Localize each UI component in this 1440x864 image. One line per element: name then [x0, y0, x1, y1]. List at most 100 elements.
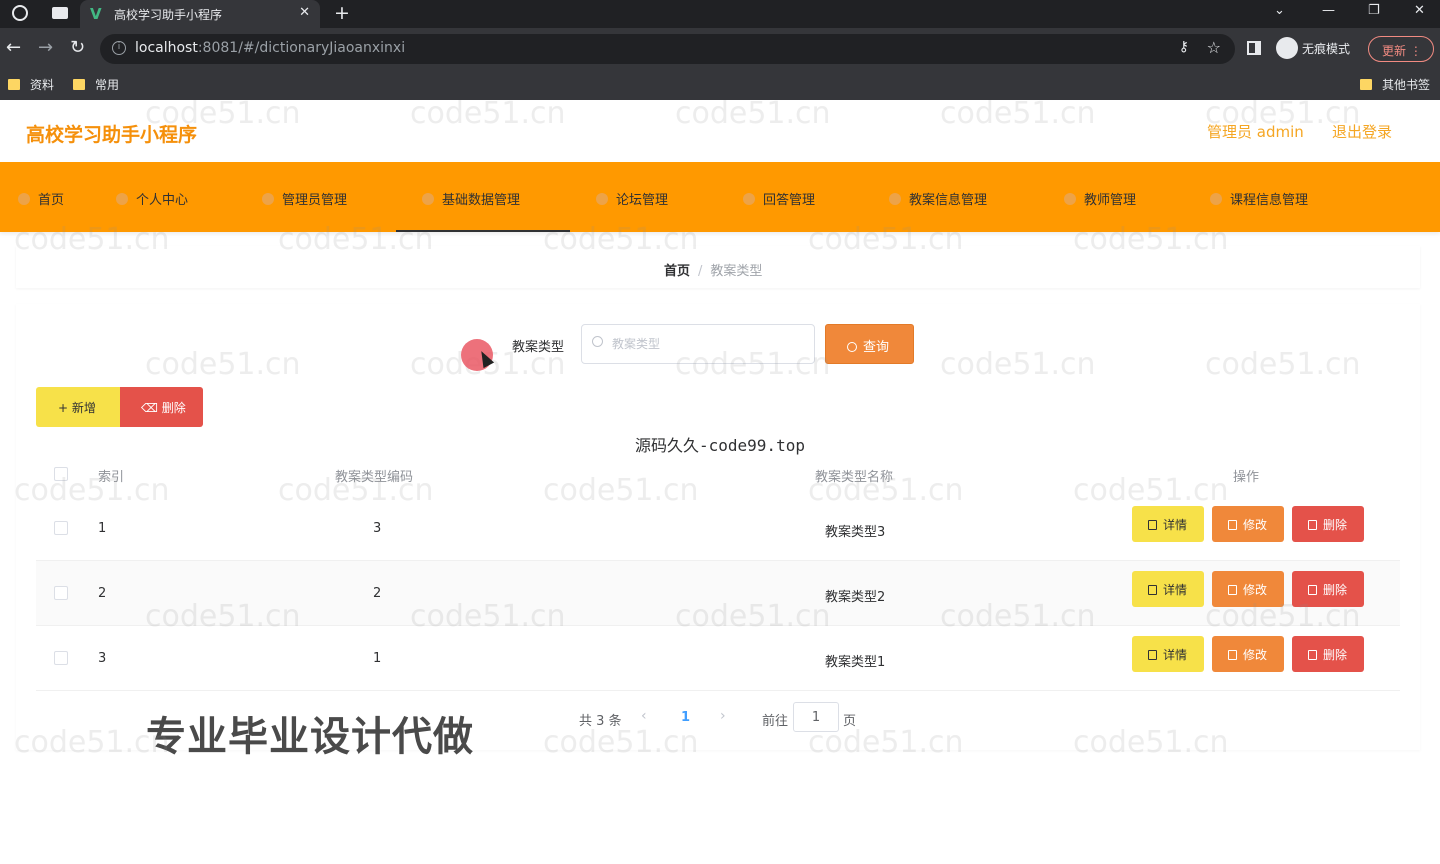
- side-panel-icon[interactable]: [1247, 41, 1261, 55]
- forum-icon: [596, 193, 608, 205]
- row-type-code: 3: [373, 521, 382, 536]
- course-icon: [1210, 193, 1222, 205]
- nav-label: 教案信息管理: [909, 193, 988, 208]
- new-tab-button[interactable]: +: [334, 2, 350, 24]
- breadcrumb-home[interactable]: 首页: [664, 264, 690, 279]
- row-checkbox[interactable]: [54, 651, 68, 665]
- window-close-icon[interactable]: ✕: [1414, 3, 1425, 18]
- nav-item-basic-data[interactable]: 基础数据管理: [396, 162, 570, 232]
- edit-icon: [1228, 650, 1237, 660]
- search-icon: [847, 342, 857, 352]
- bookmarks-bar: 资料 常用 其他书签: [0, 70, 1440, 100]
- restore-icon[interactable]: ❐: [1368, 3, 1380, 18]
- folder-icon: [8, 79, 20, 90]
- forward-icon[interactable]: →: [38, 37, 53, 58]
- nav-item-teachers[interactable]: 教师管理: [1064, 162, 1136, 232]
- browser-tab[interactable]: V 高校学习助手小程序 ✕: [80, 0, 320, 28]
- nav-item-profile[interactable]: 个人中心: [116, 162, 188, 232]
- minimize-icon[interactable]: —: [1322, 3, 1335, 18]
- bookmark-label: 常用: [95, 78, 120, 92]
- incognito-indicator[interactable]: 无痕模式: [1276, 37, 1350, 61]
- batch-delete-button[interactable]: ⌫ 删除: [120, 387, 203, 427]
- edit-button[interactable]: 修改: [1212, 636, 1284, 672]
- bookmark-star-icon[interactable]: ☆: [1207, 38, 1221, 57]
- prev-page-icon[interactable]: ‹: [641, 708, 647, 724]
- table-row: 2 2 教案类型2 详情 修改 删除: [36, 561, 1400, 626]
- admin-user-label: 管理员 admin: [1207, 123, 1304, 141]
- nav-label: 基础数据管理: [442, 193, 521, 208]
- nav-label: 教师管理: [1084, 193, 1137, 208]
- data-icon: [422, 193, 434, 205]
- promo-overlay-text: 专业毕业设计代做: [146, 714, 474, 760]
- detail-label: 详情: [1163, 583, 1188, 597]
- address-bar[interactable]: i localhost:8081/#/dictionaryJiaoanxinxi…: [100, 34, 1235, 64]
- add-button[interactable]: + 新增: [36, 387, 120, 427]
- detail-button[interactable]: 详情: [1132, 571, 1204, 607]
- edit-label: 修改: [1243, 518, 1268, 532]
- data-table: 索引 教案类型编码 教案类型名称 操作 1 3 教案类型3 详情 修改 删除 2…: [36, 454, 1400, 691]
- incognito-icon: [1276, 37, 1298, 59]
- bookmark-folder-ziliao[interactable]: 资料: [8, 76, 54, 93]
- update-button[interactable]: 更新 ⋮: [1368, 36, 1434, 62]
- other-bookmarks[interactable]: 其他书签: [1360, 76, 1430, 93]
- main-nav: 首页 个人中心 管理员管理 基础数据管理 论坛管理 回答管理 教案信息管理 教师…: [0, 162, 1440, 232]
- document-icon: [1148, 585, 1157, 595]
- query-button[interactable]: 查询: [825, 324, 914, 364]
- goto-label: 前往: [762, 714, 789, 729]
- page-number-current[interactable]: 1: [681, 710, 690, 725]
- nav-item-home[interactable]: 首页: [18, 162, 64, 232]
- page-unit-label: 页: [843, 714, 857, 729]
- bookmark-folder-changyong[interactable]: 常用: [73, 76, 119, 93]
- url-text[interactable]: localhost:8081/#/dictionaryJiaoanxinxi: [135, 40, 405, 56]
- detail-button[interactable]: 详情: [1132, 636, 1204, 672]
- trash-icon: ⌫: [141, 401, 162, 415]
- logout-link[interactable]: 退出登录: [1332, 121, 1392, 142]
- nav-item-answers[interactable]: 回答管理: [743, 162, 815, 232]
- app-title: 高校学习助手小程序: [26, 124, 198, 146]
- row-index: 2: [98, 586, 107, 601]
- trash-icon: [1308, 520, 1317, 530]
- back-icon[interactable]: ←: [6, 37, 21, 58]
- nav-item-admin[interactable]: 管理员管理: [262, 162, 347, 232]
- tab-search-icon[interactable]: [52, 7, 68, 19]
- row-index: 1: [98, 521, 107, 536]
- table-header: 索引 教案类型编码 教案类型名称 操作: [36, 454, 1400, 496]
- search-icon: [592, 336, 603, 347]
- password-key-icon[interactable]: ⚷: [1179, 39, 1189, 55]
- nav-item-courses[interactable]: 课程信息管理: [1210, 162, 1308, 232]
- nav-item-lesson-plans[interactable]: 教案信息管理: [889, 162, 987, 232]
- delete-button[interactable]: 删除: [1292, 636, 1364, 672]
- admin-icon: [262, 193, 274, 205]
- detail-button[interactable]: 详情: [1132, 506, 1204, 542]
- browser-menu-icon[interactable]: [12, 5, 28, 21]
- search-label: 教案类型: [512, 340, 565, 355]
- edit-label: 修改: [1243, 648, 1268, 662]
- breadcrumb-card: 首页 / 教案类型: [16, 246, 1420, 288]
- row-checkbox[interactable]: [54, 586, 68, 600]
- url-path: :8081/#/dictionaryJiaoanxinxi: [197, 40, 406, 56]
- home-icon: [18, 193, 30, 205]
- nav-label: 个人中心: [136, 193, 189, 208]
- user-icon: [116, 193, 128, 205]
- goto-page-input[interactable]: [793, 702, 839, 732]
- delete-button[interactable]: 删除: [1292, 571, 1364, 607]
- row-checkbox[interactable]: [54, 521, 68, 535]
- overlay-watermark-text: 源码久久-code99.top: [635, 436, 805, 455]
- trash-icon: [1308, 650, 1317, 660]
- folder-icon: [73, 79, 85, 90]
- delete-button[interactable]: 删除: [1292, 506, 1364, 542]
- select-all-checkbox[interactable]: [54, 467, 68, 481]
- header-type-name: 教案类型名称: [815, 470, 894, 485]
- tab-list-icon[interactable]: ⌄: [1274, 3, 1285, 18]
- nav-item-forum[interactable]: 论坛管理: [596, 162, 668, 232]
- search-input[interactable]: [581, 324, 815, 364]
- site-info-icon[interactable]: i: [112, 41, 126, 55]
- table-row: 1 3 教案类型3 详情 修改 删除: [36, 496, 1400, 561]
- next-page-icon[interactable]: ›: [720, 708, 726, 724]
- reload-icon[interactable]: ↻: [70, 37, 85, 58]
- edit-button[interactable]: 修改: [1212, 571, 1284, 607]
- edit-button[interactable]: 修改: [1212, 506, 1284, 542]
- tab-close-icon[interactable]: ✕: [299, 5, 310, 20]
- app-header: 高校学习助手小程序 管理员 admin 退出登录: [0, 100, 1440, 162]
- row-type-name: 教案类型2: [825, 590, 886, 605]
